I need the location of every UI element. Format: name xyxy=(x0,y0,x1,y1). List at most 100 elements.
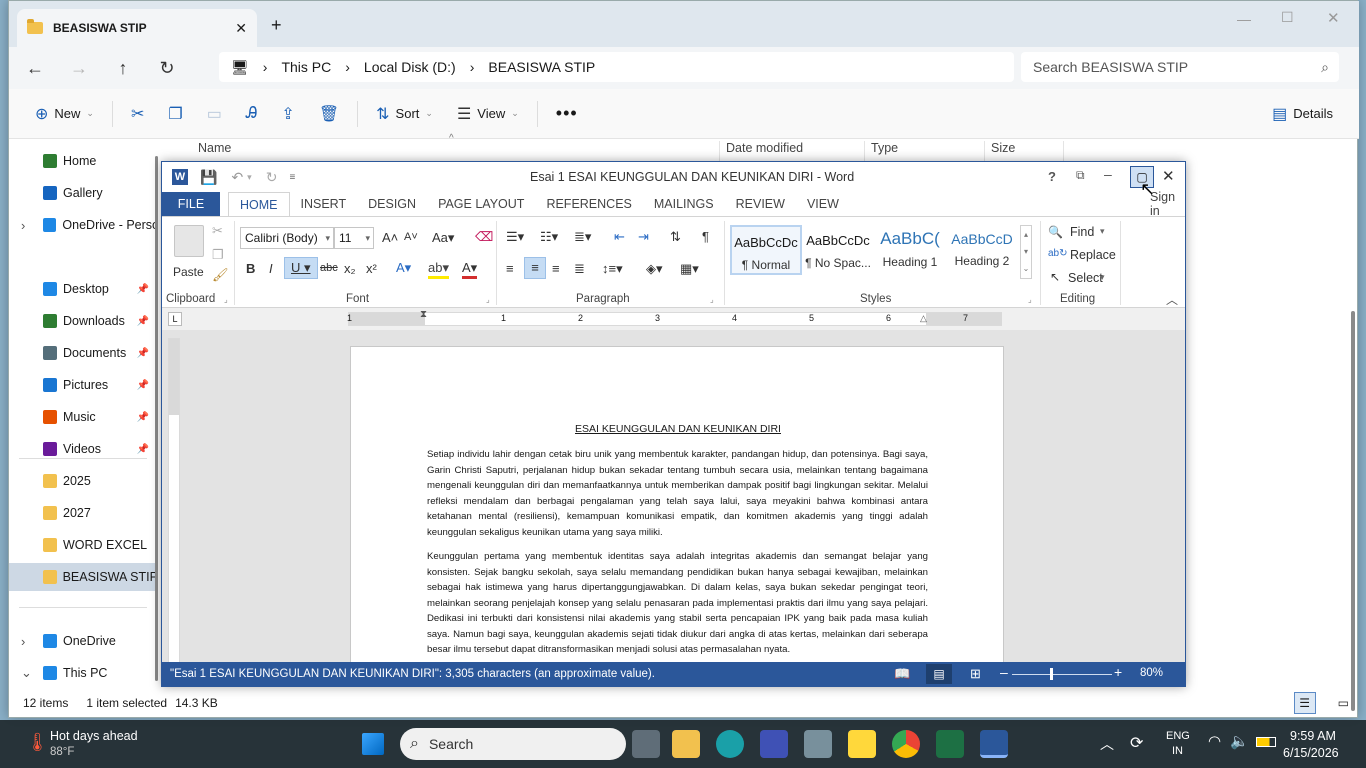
refresh-icon[interactable]: ↻ xyxy=(145,58,189,79)
select-button[interactable]: Select xyxy=(1068,271,1103,285)
format-painter-icon[interactable]: 🖌 xyxy=(212,267,229,283)
align-left-icon[interactable]: ≡ xyxy=(506,261,514,276)
clock-time[interactable]: 9:59 AM xyxy=(1290,729,1336,743)
redo-icon[interactable]: ↻ xyxy=(266,169,278,186)
tab-insert[interactable]: INSERT xyxy=(290,192,358,216)
styles-scroll[interactable]: ▴ ▾ ⌄ xyxy=(1020,225,1032,279)
volume-icon[interactable]: 🔈 xyxy=(1230,732,1249,750)
address-bar[interactable]: 🖥 › This PC › Local Disk (D:) › BEASISWA… xyxy=(219,52,1014,82)
start-icon[interactable] xyxy=(362,733,384,755)
subscript-icon[interactable]: x₂ xyxy=(344,261,356,276)
change-case-icon[interactable]: Aa▾ xyxy=(432,230,454,246)
tab-selector-icon[interactable]: L xyxy=(168,312,182,326)
nav-item[interactable]: Gallery xyxy=(9,179,155,207)
back-icon[interactable]: ← xyxy=(13,58,57,79)
justify-icon[interactable]: ≣ xyxy=(574,261,585,277)
details-view-icon[interactable]: ☰ xyxy=(1293,692,1316,714)
nav-item[interactable]: BEASISWA STIP xyxy=(9,563,155,591)
sticky-notes-icon[interactable] xyxy=(848,730,876,758)
column-type[interactable]: Type xyxy=(864,141,984,163)
underline-icon[interactable]: U ▾ xyxy=(284,257,318,279)
style-no-spacing[interactable]: AaBbCcDc ¶ No Spac... xyxy=(802,225,874,275)
paste-button[interactable]: Paste xyxy=(173,265,204,279)
tab-references[interactable]: REFERENCES xyxy=(535,192,642,216)
new-button[interactable]: ⊕ New ⌄ xyxy=(23,98,106,130)
tab-mailings[interactable]: MAILINGS xyxy=(643,192,725,216)
search-input[interactable]: Search BEASISWA STIP xyxy=(1033,59,1188,75)
weather-icon[interactable]: 🌡 xyxy=(26,732,49,753)
explorer-scrollbar[interactable] xyxy=(1351,311,1355,711)
close-icon[interactable]: ✕ xyxy=(1327,9,1340,27)
show-marks-icon[interactable]: ¶ xyxy=(702,229,709,244)
dialog-launcher-icon[interactable]: ⌟ xyxy=(1028,295,1032,304)
zoom-level[interactable]: 80% xyxy=(1140,667,1163,679)
chevron-right-icon[interactable]: › xyxy=(21,218,25,233)
more-button[interactable]: ••• xyxy=(544,98,590,130)
tiles-view-icon[interactable]: ▭ xyxy=(1338,696,1349,710)
chevron-down-icon[interactable]: ▾ xyxy=(1100,272,1105,283)
tab-page-layout[interactable]: PAGE LAYOUT xyxy=(427,192,535,216)
zoom-in-icon[interactable]: + xyxy=(1114,664,1122,680)
nav-item[interactable]: Documents 📌 xyxy=(9,339,155,367)
shrink-font-icon[interactable]: A˅ xyxy=(404,231,418,243)
collapse-ribbon-icon[interactable]: ︿ xyxy=(1166,291,1178,308)
app-icon[interactable] xyxy=(760,730,788,758)
help-icon[interactable]: ? xyxy=(1048,169,1056,184)
shading-icon[interactable]: ◈▾ xyxy=(646,261,663,277)
grow-font-icon[interactable]: A˄ xyxy=(382,230,398,245)
new-tab-icon[interactable]: + xyxy=(271,15,282,36)
nav-item[interactable]: Home xyxy=(9,147,155,175)
copy-button[interactable]: ❐ xyxy=(156,98,194,130)
decrease-indent-icon[interactable]: ⇤ xyxy=(614,229,625,245)
column-size[interactable]: Size xyxy=(984,141,1064,163)
horizontal-ruler[interactable]: 1 1 2 3 4 5 6 7 ⧗ △ xyxy=(347,309,1002,326)
bold-icon[interactable]: B xyxy=(246,261,255,276)
align-center-icon[interactable]: ≡ xyxy=(524,257,546,279)
breadcrumb-item[interactable]: This PC xyxy=(281,59,331,75)
dialog-launcher-icon[interactable]: ⌟ xyxy=(710,295,714,304)
word-taskbar-icon[interactable] xyxy=(980,730,1008,758)
rename-button[interactable]: Ꭿ xyxy=(234,98,270,130)
undo-icon[interactable]: ↶ xyxy=(231,169,243,186)
web-layout-icon[interactable]: ⊞ xyxy=(970,666,981,682)
font-color-icon[interactable]: A▾ xyxy=(462,260,478,279)
language-top[interactable]: ENG xyxy=(1166,730,1190,742)
camera-icon[interactable] xyxy=(804,730,832,758)
print-layout-icon[interactable]: ▤ xyxy=(926,664,952,684)
clear-formatting-icon[interactable]: ⌫ xyxy=(475,229,493,245)
share-button[interactable]: ⇪ xyxy=(269,98,306,130)
nav-item[interactable]: 2027 xyxy=(9,499,155,527)
sort-icon[interactable]: ⇅ xyxy=(670,229,681,245)
search-box[interactable]: Search BEASISWA STIP ⌕ xyxy=(1021,52,1339,82)
strikethrough-icon[interactable]: abc xyxy=(320,262,338,274)
tab-view[interactable]: VIEW xyxy=(796,192,850,216)
task-view-icon[interactable] xyxy=(632,730,660,758)
style-heading-2[interactable]: AaBbCcD Heading 2 xyxy=(946,225,1018,275)
find-button[interactable]: Find xyxy=(1070,225,1094,239)
close-icon[interactable]: ✕ xyxy=(1162,167,1175,185)
chevron-down-icon[interactable]: ⌄ xyxy=(21,665,32,681)
tab-design[interactable]: DESIGN xyxy=(357,192,427,216)
taskbar-search[interactable]: ⌕ Search xyxy=(400,728,626,760)
nav-item[interactable]: Desktop 📌 xyxy=(9,275,155,303)
explorer-tab[interactable]: BEASISWA STIP ✕ xyxy=(17,9,257,47)
right-indent-marker-icon[interactable]: △ xyxy=(920,313,927,324)
wifi-icon[interactable]: ◠ xyxy=(1208,732,1221,750)
tab-review[interactable]: REVIEW xyxy=(725,192,796,216)
indent-marker-icon[interactable]: ⧗ xyxy=(420,309,427,320)
sync-icon[interactable]: ⟳ xyxy=(1130,733,1143,753)
breadcrumb-item[interactable]: BEASISWA STIP xyxy=(488,59,595,75)
view-button[interactable]: ☰ View ⌄ xyxy=(445,98,531,130)
text-effects-icon[interactable]: A▾ xyxy=(396,260,411,276)
close-tab-icon[interactable]: ✕ xyxy=(235,20,247,37)
nav-scrollbar[interactable] xyxy=(155,156,158,681)
nav-item[interactable]: › OneDrive - Perso xyxy=(9,211,155,239)
dialog-launcher-icon[interactable]: ⌟ xyxy=(486,295,490,304)
zoom-slider[interactable] xyxy=(1012,674,1112,675)
nav-item[interactable]: Downloads 📌 xyxy=(9,307,155,335)
nav-item[interactable]: 2025 xyxy=(9,467,155,495)
clock-date[interactable]: 6/15/2026 xyxy=(1283,746,1339,760)
tab-home[interactable]: HOME xyxy=(228,192,290,216)
file-explorer-taskbar-icon[interactable] xyxy=(672,730,700,758)
details-button[interactable]: ▤ Details xyxy=(1260,98,1345,130)
